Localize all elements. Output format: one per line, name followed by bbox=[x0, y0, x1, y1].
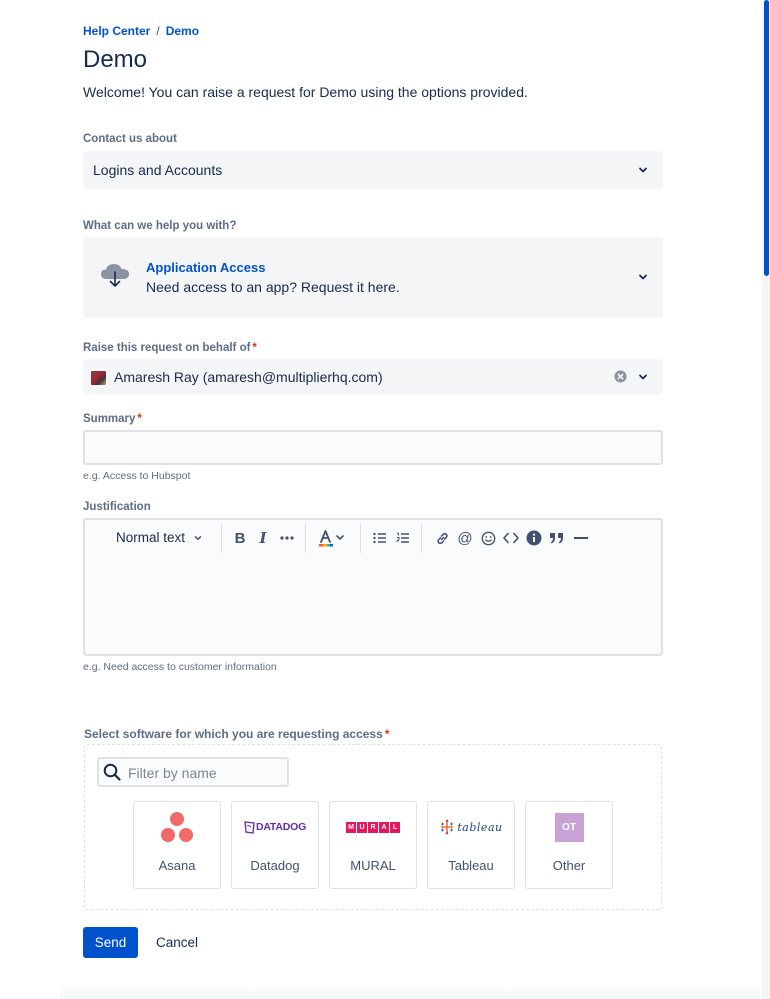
asana-logo bbox=[134, 812, 220, 842]
justification-editor[interactable]: Normal text B I @ bbox=[83, 518, 663, 656]
summary-hint: e.g. Access to Hubspot bbox=[83, 470, 191, 482]
datadog-logo: DATADOG bbox=[232, 812, 318, 842]
software-tile-name: Datadog bbox=[250, 858, 300, 873]
page-title: Demo bbox=[83, 46, 148, 73]
mural-logo: M U R A L bbox=[330, 812, 416, 842]
justification-label: Justification bbox=[83, 501, 151, 513]
cancel-button[interactable]: Cancel bbox=[146, 927, 208, 958]
request-type-select[interactable]: Application Access Need access to an app… bbox=[83, 237, 663, 318]
chevron-down-icon bbox=[637, 164, 649, 176]
summary-label: Summary * bbox=[83, 413, 142, 425]
summary-input[interactable] bbox=[83, 430, 663, 465]
breadcrumb-demo[interactable]: Demo bbox=[166, 24, 199, 38]
quote-icon[interactable] bbox=[548, 529, 566, 547]
tableau-logo: tableau bbox=[428, 812, 514, 842]
software-label-text: Select software for which you are reques… bbox=[84, 727, 383, 741]
required-mark: * bbox=[384, 727, 390, 741]
contact-select-value: Logins and Accounts bbox=[93, 162, 223, 178]
mural-logo-letter: R bbox=[368, 821, 378, 833]
software-tile-tableau[interactable]: tableau Tableau bbox=[427, 801, 515, 889]
filter-field[interactable] bbox=[97, 757, 289, 787]
behalf-label: Raise this request on behalf of * bbox=[83, 342, 257, 354]
text-color-icon[interactable] bbox=[317, 529, 347, 547]
toolbar-divider bbox=[421, 523, 422, 553]
software-tile-mural[interactable]: M U R A L MURAL bbox=[329, 801, 417, 889]
mural-logo-letter: A bbox=[379, 821, 389, 833]
justification-hint: e.g. Need access to customer information bbox=[83, 661, 277, 673]
link-icon[interactable] bbox=[433, 529, 451, 547]
required-mark: * bbox=[252, 342, 257, 354]
software-tile-other[interactable]: OT Other bbox=[525, 801, 613, 889]
contact-label: Contact us about bbox=[83, 133, 177, 145]
other-logo-text: OT bbox=[554, 812, 584, 842]
mural-logo-letter: M bbox=[346, 821, 356, 833]
software-tile-name: MURAL bbox=[350, 858, 396, 873]
behalf-label-text: Raise this request on behalf of bbox=[83, 342, 251, 354]
cloud-download-icon bbox=[99, 262, 131, 293]
breadcrumb: Help Center / Demo bbox=[83, 24, 199, 38]
breadcrumb-help-center[interactable]: Help Center bbox=[83, 24, 150, 38]
code-icon[interactable] bbox=[502, 529, 520, 547]
send-button[interactable]: Send bbox=[83, 927, 138, 958]
software-label: Select software for which you are reques… bbox=[84, 727, 389, 741]
toolbar-divider bbox=[360, 523, 361, 553]
software-picker: Asana DATADOG Datadog M U R A L bbox=[84, 744, 662, 910]
scrollbar[interactable] bbox=[762, 0, 770, 999]
bold-icon[interactable]: B bbox=[231, 529, 249, 547]
request-type-description: Need access to an app? Request it here. bbox=[146, 279, 400, 295]
software-tile-datadog[interactable]: DATADOG Datadog bbox=[231, 801, 319, 889]
more-formatting-icon[interactable] bbox=[278, 529, 296, 547]
other-logo: OT bbox=[526, 812, 612, 842]
text-style-value: Normal text bbox=[116, 530, 186, 545]
tableau-logo-text: tableau bbox=[457, 820, 503, 834]
breadcrumb-separator: / bbox=[156, 24, 160, 38]
chevron-down-icon bbox=[637, 371, 649, 383]
chevron-down-icon bbox=[194, 535, 202, 540]
required-mark: * bbox=[137, 413, 142, 425]
behalf-select[interactable]: Amaresh Ray (amaresh@multiplierhq.com) bbox=[83, 359, 663, 394]
datadog-logo-text: DATADOG bbox=[255, 821, 307, 833]
avatar bbox=[91, 371, 106, 385]
help-label: What can we help you with? bbox=[83, 220, 237, 232]
software-tile-name: Other bbox=[552, 858, 586, 873]
software-tile-name: Asana bbox=[158, 858, 196, 873]
summary-label-text: Summary bbox=[83, 413, 136, 425]
request-type-title: Application Access bbox=[146, 260, 266, 275]
page-footer-edge bbox=[60, 985, 760, 999]
filter-input[interactable] bbox=[126, 762, 280, 784]
italic-icon[interactable]: I bbox=[254, 529, 272, 547]
contact-select[interactable]: Logins and Accounts bbox=[83, 151, 663, 189]
search-icon bbox=[103, 763, 121, 786]
welcome-text: Welcome! You can raise a request for Dem… bbox=[83, 84, 528, 100]
chevron-down-icon bbox=[637, 271, 649, 283]
software-tile-name: Tableau bbox=[448, 858, 494, 873]
clear-icon[interactable] bbox=[614, 370, 627, 383]
software-tile-asana[interactable]: Asana bbox=[133, 801, 221, 889]
mural-logo-letter: L bbox=[390, 821, 400, 833]
mention-icon[interactable]: @ bbox=[456, 529, 474, 547]
toolbar-divider bbox=[305, 523, 306, 553]
info-panel-icon[interactable] bbox=[525, 529, 543, 547]
bullet-list-icon[interactable] bbox=[371, 529, 389, 547]
behalf-select-value: Amaresh Ray (amaresh@multiplierhq.com) bbox=[114, 369, 383, 385]
text-style-dropdown[interactable]: Normal text bbox=[116, 530, 203, 545]
numbered-list-icon[interactable] bbox=[394, 529, 412, 547]
divider-icon[interactable] bbox=[572, 529, 590, 547]
toolbar-divider bbox=[221, 523, 222, 553]
emoji-icon[interactable] bbox=[479, 529, 497, 547]
mural-logo-letter: U bbox=[357, 821, 367, 833]
scrollbar-thumb[interactable] bbox=[764, 0, 769, 276]
